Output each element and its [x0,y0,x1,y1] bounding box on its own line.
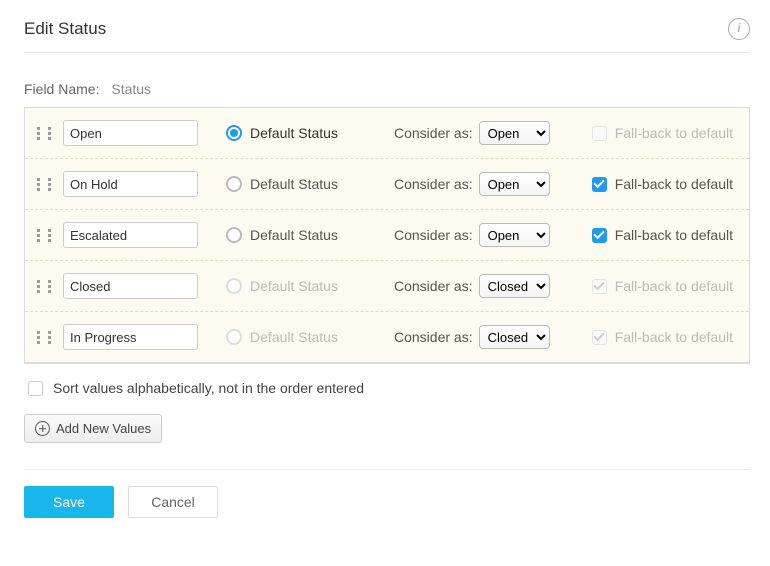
default-status-group: Default Status [226,278,386,294]
drag-handle-icon[interactable] [37,331,51,344]
consider-as-group: Consider as: OpenClosed [394,274,579,298]
field-name-value: Status [111,81,151,97]
default-status-label: Default Status [250,176,338,192]
fallback-group: Fall-back to default [592,278,741,294]
consider-as-group: Consider as: OpenClosed [394,223,579,247]
status-value-input[interactable] [63,273,198,299]
cancel-button[interactable]: Cancel [128,486,218,518]
default-status-label: Default Status [250,329,338,345]
consider-as-group: Consider as: OpenClosed [394,325,579,349]
default-status-radio [226,278,242,294]
consider-as-label: Consider as: [394,125,473,141]
drag-handle-icon[interactable] [37,178,51,191]
default-status-label: Default Status [250,227,338,243]
status-value-input[interactable] [63,120,198,146]
dialog-header: Edit Status i [24,10,750,53]
consider-as-label: Consider as: [394,278,473,294]
fallback-label: Fall-back to default [615,227,733,243]
fallback-group: Fall-back to default [592,176,741,192]
field-name-label: Field Name: [24,81,99,97]
consider-as-select[interactable]: OpenClosed [479,325,550,349]
fallback-label: Fall-back to default [615,329,733,345]
sort-alphabetically-label: Sort values alphabetically, not in the o… [53,380,364,396]
status-row: Default Status Consider as: OpenClosed Fall… [25,159,749,210]
fallback-label: Fall-back to default [615,176,733,192]
fallback-checkbox[interactable] [592,228,607,243]
consider-as-group: Consider as: OpenClosed [394,121,579,145]
status-row: Default Status Consider as: OpenClosed Fall… [25,108,749,159]
fallback-checkbox [592,330,607,345]
fallback-label: Fall-back to default [615,125,733,141]
consider-as-select[interactable]: OpenClosed [479,223,550,247]
consider-as-select[interactable]: OpenClosed [479,274,550,298]
fallback-group: Fall-back to default [592,227,741,243]
default-status-radio [226,329,242,345]
info-icon[interactable]: i [728,18,750,40]
fallback-group: Fall-back to default [592,329,741,345]
fallback-checkbox [592,126,607,141]
status-value-input[interactable] [63,171,198,197]
default-status-group: Default Status [226,227,386,243]
add-new-values-label: Add New Values [56,421,151,436]
default-status-label: Default Status [250,125,338,141]
status-values-grid: Default Status Consider as: OpenClosed Fall… [24,107,750,364]
default-status-label: Default Status [250,278,338,294]
default-status-radio[interactable] [226,227,242,243]
plus-icon [35,421,50,436]
drag-handle-icon[interactable] [37,229,51,242]
footer-divider [24,469,750,470]
fallback-checkbox [592,279,607,294]
consider-as-label: Consider as: [394,176,473,192]
dialog-title: Edit Status [24,19,106,39]
field-name-row: Field Name: Status [24,81,750,97]
status-row: Default Status Consider as: OpenClosed Fall… [25,210,749,261]
save-button[interactable]: Save [24,486,114,518]
status-value-input[interactable] [63,324,198,350]
drag-handle-icon[interactable] [37,280,51,293]
status-row: Default Status Consider as: OpenClosed Fall… [25,312,749,363]
fallback-checkbox[interactable] [592,177,607,192]
status-value-input[interactable] [63,222,198,248]
drag-handle-icon[interactable] [37,127,51,140]
consider-as-group: Consider as: OpenClosed [394,172,579,196]
default-status-group: Default Status [226,125,386,141]
default-status-group: Default Status [226,176,386,192]
status-row: Default Status Consider as: OpenClosed Fall… [25,261,749,312]
consider-as-label: Consider as: [394,329,473,345]
default-status-group: Default Status [226,329,386,345]
consider-as-select[interactable]: OpenClosed [479,121,550,145]
default-status-radio[interactable] [226,125,242,141]
consider-as-label: Consider as: [394,227,473,243]
fallback-label: Fall-back to default [615,278,733,294]
fallback-group: Fall-back to default [592,125,741,141]
default-status-radio[interactable] [226,176,242,192]
add-new-values-button[interactable]: Add New Values [24,414,162,443]
consider-as-select[interactable]: OpenClosed [479,172,550,196]
sort-alphabetically-checkbox[interactable] [28,381,43,396]
